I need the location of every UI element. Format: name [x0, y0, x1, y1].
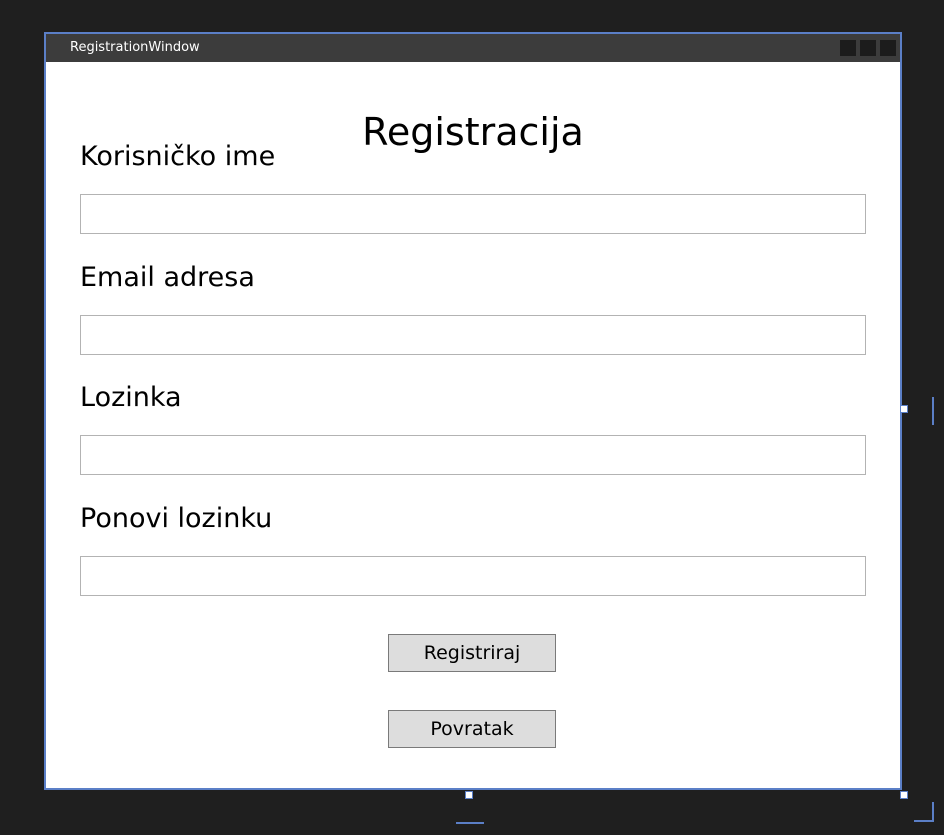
window-titlebar[interactable]: RegistrationWindow [46, 34, 900, 62]
email-label: Email adresa [80, 262, 255, 293]
close-icon[interactable] [880, 40, 896, 56]
corner-guide-horizontal [914, 820, 934, 822]
window-title: RegistrationWindow [70, 40, 200, 55]
right-edge-guide [932, 397, 934, 425]
minimize-icon[interactable] [840, 40, 856, 56]
bottom-edge-guide [456, 822, 484, 824]
username-field[interactable] [80, 194, 866, 234]
repeat-password-label: Ponovi lozinku [80, 503, 273, 534]
corner-guide-vertical [932, 802, 934, 822]
resize-handle-right[interactable] [900, 405, 908, 413]
register-button[interactable]: Registriraj [388, 634, 556, 672]
window-controls [840, 40, 896, 56]
password-field[interactable] [80, 435, 866, 475]
username-label: Korisničko ime [80, 141, 276, 172]
window-content: Registracija Korisničko ime Email adresa… [46, 62, 900, 788]
password-label: Lozinka [80, 382, 182, 413]
registration-window: RegistrationWindow Registracija Korisnič… [44, 32, 902, 790]
back-button[interactable]: Povratak [388, 710, 556, 748]
resize-handle-bottom[interactable] [465, 791, 473, 799]
resize-handle-corner[interactable] [900, 791, 908, 799]
repeat-password-field[interactable] [80, 556, 866, 596]
email-field[interactable] [80, 315, 866, 355]
maximize-icon[interactable] [860, 40, 876, 56]
